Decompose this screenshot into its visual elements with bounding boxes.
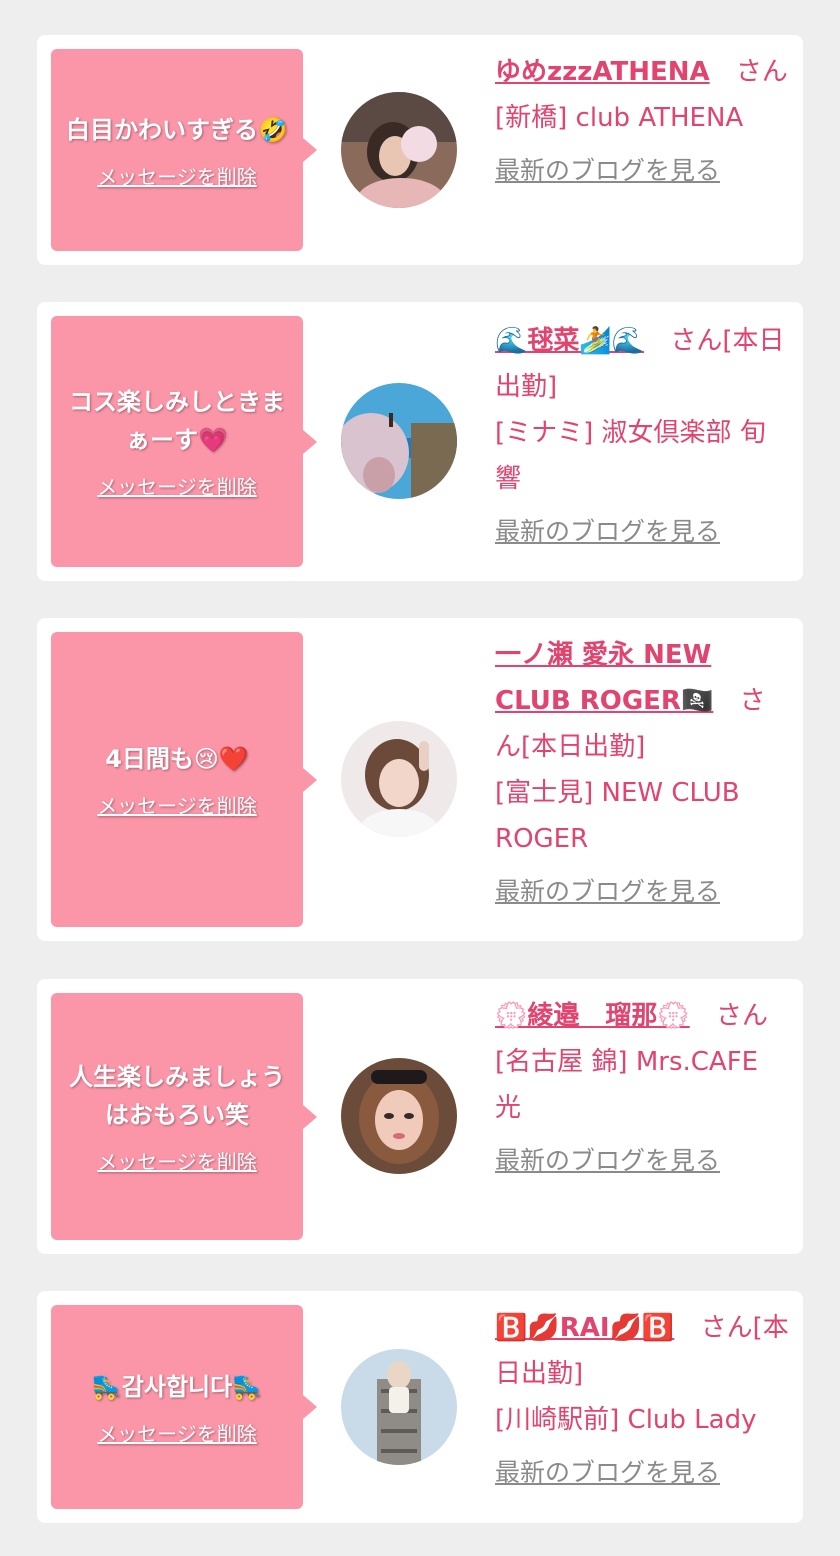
cast-info: 🌊毬菜🏄🌊 さん[本日出勤] [ミナミ] 淑女倶楽部 旬響 最新のブログを見る — [495, 318, 789, 555]
message-card: コス楽しみしときまぁーす💗 メッセージを削除 🌊毬菜🏄🌊 さん[本日出勤] [ミ… — [37, 302, 803, 581]
message-card: 人生楽しみましょうはおもろい笑 メッセージを削除 💮綾邉 瑠那💮 さん [名古屋… — [37, 979, 803, 1254]
avatar-image — [341, 383, 457, 499]
delete-message-link[interactable]: メッセージを削除 — [97, 161, 257, 190]
avatar-image — [341, 721, 457, 837]
cast-name-line: 🌊毬菜🏄🌊 さん[本日出勤] — [495, 318, 789, 410]
cast-info: 💮綾邉 瑠那💮 さん [名古屋 錦] Mrs.CAFE 光 最新のブログを見る — [495, 993, 789, 1184]
delete-message-link[interactable]: メッセージを削除 — [97, 1146, 257, 1175]
cast-name-line: 🅱️💋RAI💋🅱️ さん[本日出勤] — [495, 1305, 789, 1397]
shop-area: [富士見] NEW CLUB ROGER — [495, 778, 740, 854]
shop-area: [ミナミ] 淑女倶楽部 旬響 — [495, 418, 766, 494]
message-text: 白目かわいすぎる🤣 — [66, 115, 288, 144]
cast-name-line: 💮綾邉 瑠那💮 さん — [495, 993, 789, 1039]
shop-area: [名古屋 錦] Mrs.CAFE 光 — [495, 1047, 759, 1123]
message-card: 白目かわいすぎる🤣 メッセージを削除 ゆめzzzATHENA さん [新橋] c… — [37, 35, 803, 265]
cast-name-link[interactable]: ゆめzzzATHENA — [495, 57, 710, 87]
message-card: 4日間も😢❤️ メッセージを削除 一ノ瀬 愛永 NEW CLUB ROGER🏴‍… — [37, 618, 803, 941]
latest-blog-link[interactable]: 最新のブログを見る — [495, 151, 720, 191]
avatar[interactable] — [341, 383, 457, 499]
latest-blog-link[interactable]: 最新のブログを見る — [495, 512, 720, 552]
cast-name-link[interactable]: 💮綾邉 瑠那💮 — [495, 1001, 690, 1031]
shop-area: [川崎駅前] Club Lady — [495, 1405, 757, 1435]
avatar[interactable] — [341, 1058, 457, 1174]
cast-info: ゆめzzzATHENA さん [新橋] club ATHENA 最新のブログを見… — [495, 49, 789, 194]
message-bubble: 4日間も😢❤️ メッセージを削除 — [51, 632, 317, 927]
message-text: 4日間も😢❤️ — [105, 745, 249, 773]
delete-message-link[interactable]: メッセージを削除 — [97, 790, 257, 819]
honorific: さん — [716, 1001, 769, 1031]
cast-name-link[interactable]: 一ノ瀬 愛永 NEW CLUB ROGER🏴‍☠️ — [495, 640, 713, 716]
message-bubble: コス楽しみしときまぁーす💗 メッセージを削除 — [51, 316, 317, 567]
message-bubble: 人生楽しみましょうはおもろい笑 メッセージを削除 — [51, 993, 317, 1240]
cast-name-link[interactable]: 🌊毬菜🏄🌊 — [495, 326, 644, 356]
cast-info: 一ノ瀬 愛永 NEW CLUB ROGER🏴‍☠️ さん[本日出勤] [富士見]… — [495, 632, 789, 915]
avatar-image — [341, 1058, 457, 1174]
message-text: コス楽しみしときまぁーす💗 — [69, 388, 285, 454]
latest-blog-link[interactable]: 最新のブログを見る — [495, 872, 720, 912]
avatar[interactable] — [341, 721, 457, 837]
latest-blog-link[interactable]: 最新のブログを見る — [495, 1453, 720, 1493]
message-text: 人生楽しみましょうはおもろい笑 — [69, 1063, 285, 1129]
latest-blog-link[interactable]: 最新のブログを見る — [495, 1141, 720, 1181]
delete-message-link[interactable]: メッセージを削除 — [97, 1418, 257, 1447]
message-text: 🛼감사합니다🛼 — [91, 1372, 263, 1401]
message-bubble: 白目かわいすぎる🤣 メッセージを削除 — [51, 49, 317, 251]
cast-name-line: 一ノ瀬 愛永 NEW CLUB ROGER🏴‍☠️ さん[本日出勤] — [495, 632, 789, 770]
message-bubble: 🛼감사합니다🛼 メッセージを削除 — [51, 1305, 317, 1509]
delete-message-link[interactable]: メッセージを削除 — [97, 471, 257, 500]
avatar[interactable] — [341, 92, 457, 208]
avatar-image — [341, 1349, 457, 1465]
cast-name-line: ゆめzzzATHENA さん — [495, 49, 789, 95]
avatar-image — [341, 92, 457, 208]
shop-area: [新橋] club ATHENA — [495, 103, 744, 133]
message-card: 🛼감사합니다🛼 メッセージを削除 🅱️💋RAI💋🅱️ さん[本日出勤] [川崎駅… — [37, 1291, 803, 1523]
avatar[interactable] — [341, 1349, 457, 1465]
honorific: さん — [735, 57, 788, 87]
cast-info: 🅱️💋RAI💋🅱️ さん[本日出勤] [川崎駅前] Club Lady 最新のブ… — [495, 1305, 789, 1496]
cast-name-link[interactable]: 🅱️💋RAI💋🅱️ — [495, 1313, 674, 1343]
